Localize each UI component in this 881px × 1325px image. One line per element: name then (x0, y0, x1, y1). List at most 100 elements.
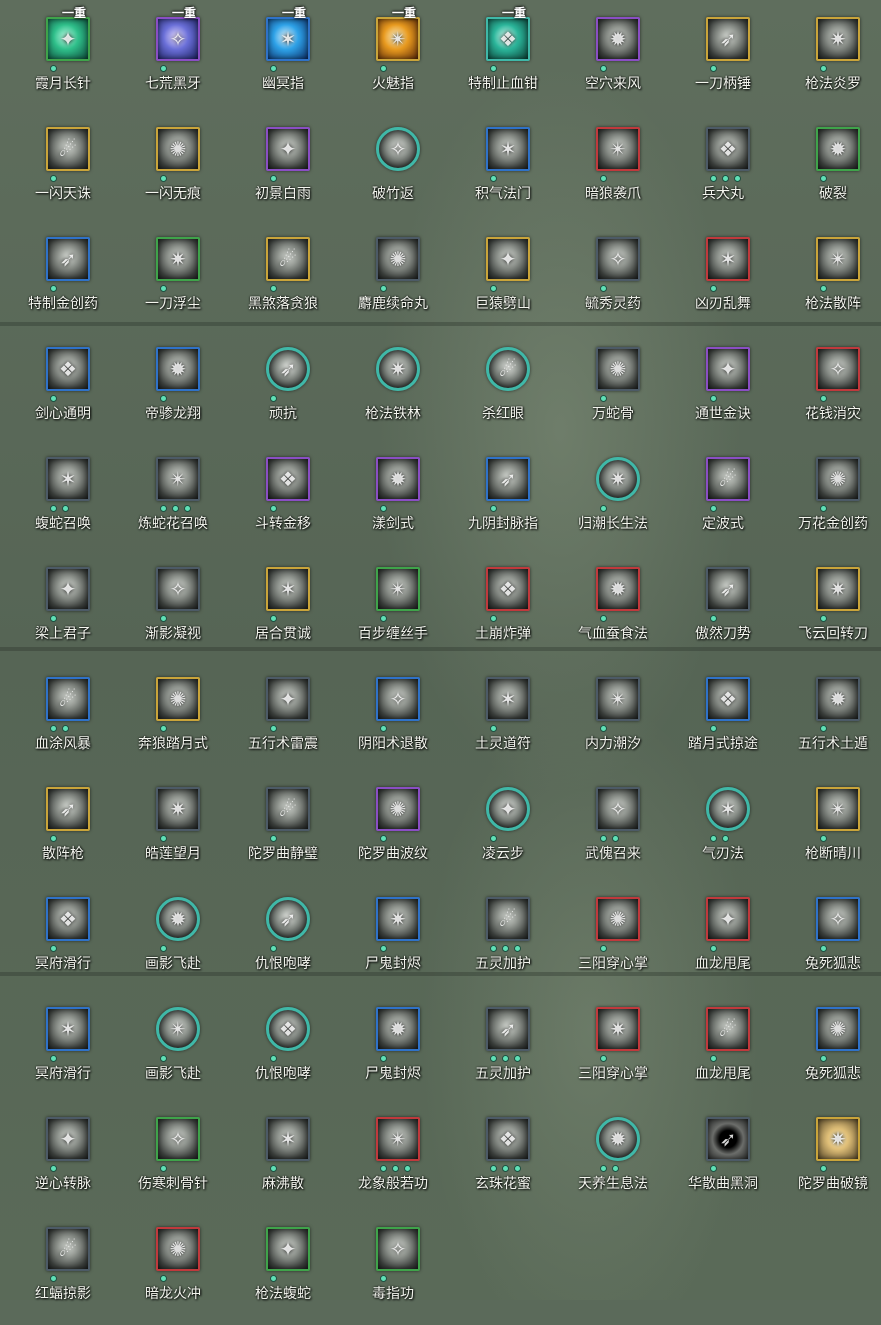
skill-icon[interactable]: ✺ (816, 1007, 860, 1051)
skill-slot[interactable]: ✹ 破裂 (778, 115, 881, 225)
skill-icon[interactable]: ✹ (596, 1117, 640, 1161)
skill-icon[interactable]: ✦ (266, 677, 310, 721)
skill-icon[interactable]: ☄ (46, 1227, 90, 1271)
skill-slot[interactable]: ✴ 枪断晴川 (778, 775, 881, 885)
skill-icon[interactable]: ✦ (266, 127, 310, 171)
skill-slot[interactable]: ✺ 万花金创药 (778, 445, 881, 555)
skill-slot[interactable]: ✶ 凶刃乱舞 (668, 225, 778, 335)
skill-icon[interactable]: ✺ (156, 677, 200, 721)
skill-icon[interactable]: ✷ (156, 237, 200, 281)
skill-slot[interactable]: ✷ 皓莲望月 (118, 775, 228, 885)
skill-icon[interactable]: ➶ (46, 237, 90, 281)
skill-icon[interactable]: ❖ (266, 457, 310, 501)
skill-slot[interactable]: ✷ 尸鬼封烬 (338, 885, 448, 995)
skill-icon[interactable]: ✴ (816, 787, 860, 831)
skill-slot[interactable]: ✷ 归潮长生法 (558, 445, 668, 555)
skill-icon[interactable]: ✷ (376, 347, 420, 391)
skill-icon[interactable]: ✦ (46, 567, 90, 611)
skill-icon[interactable]: ✺ (596, 347, 640, 391)
skill-slot[interactable]: ✧ 武傀召来 (558, 775, 668, 885)
skill-icon[interactable]: ✶ (266, 567, 310, 611)
skill-icon[interactable]: ✹ (596, 567, 640, 611)
skill-slot[interactable]: ✶ 蝮蛇召唤 (8, 445, 118, 555)
skill-slot[interactable]: ➶ 九阴封脉指 (448, 445, 558, 555)
skill-icon[interactable]: ✦ (486, 787, 530, 831)
skill-slot[interactable]: ✹ 漾剑式 (338, 445, 448, 555)
skill-slot[interactable]: ✧ 破竹返 (338, 115, 448, 225)
skill-icon[interactable]: ✴ (816, 237, 860, 281)
skill-slot[interactable]: ✺ 万蛇骨 (558, 335, 668, 445)
skill-icon[interactable]: ➶ (266, 347, 310, 391)
skill-icon[interactable]: ❖ (46, 897, 90, 941)
skill-icon[interactable]: ✹ (156, 347, 200, 391)
skill-icon[interactable]: ✶ (486, 677, 530, 721)
skill-slot[interactable]: ✧ 一重 七荒黑牙 (118, 5, 228, 115)
skill-icon[interactable]: ✧ (816, 897, 860, 941)
skill-icon[interactable]: ✹ (376, 457, 420, 501)
skill-slot[interactable]: ✹ 空穴来风 (558, 5, 668, 115)
skill-slot[interactable]: ✧ 兔死狐悲 (778, 885, 881, 995)
skill-slot[interactable]: ✴ 画影飞赴 (118, 995, 228, 1105)
skill-icon[interactable]: ✶ (266, 17, 310, 61)
skill-slot[interactable]: ✹ 天养生息法 (558, 1105, 668, 1215)
skill-icon[interactable]: ✺ (156, 127, 200, 171)
skill-slot[interactable]: ✺ 奔狼踏月式 (118, 665, 228, 775)
skill-slot[interactable]: ☄ 血龙甩尾 (668, 995, 778, 1105)
skill-slot[interactable]: ✺ 一闪无痕 (118, 115, 228, 225)
skill-slot[interactable]: ❖ 踏月式掠途 (668, 665, 778, 775)
skill-slot[interactable]: ✶ 一重 幽冥指 (228, 5, 338, 115)
skill-icon[interactable]: ✦ (46, 1117, 90, 1161)
skill-icon[interactable]: ✷ (816, 1117, 860, 1161)
skill-icon[interactable]: ✧ (376, 677, 420, 721)
skill-slot[interactable]: ✷ 三阳穿心掌 (558, 995, 668, 1105)
skill-icon[interactable]: ✴ (156, 1007, 200, 1051)
skill-slot[interactable]: ✷ 飞云回转刀 (778, 555, 881, 665)
skill-icon[interactable]: ✧ (156, 1117, 200, 1161)
skill-slot[interactable]: ✺ 兔死狐悲 (778, 995, 881, 1105)
skill-icon[interactable]: ✦ (46, 17, 90, 61)
skill-slot[interactable]: ❖ 一重 特制止血钳 (448, 5, 558, 115)
skill-icon[interactable]: ✷ (816, 567, 860, 611)
skill-icon[interactable]: ✴ (376, 1117, 420, 1161)
skill-slot[interactable]: ✦ 梁上君子 (8, 555, 118, 665)
skill-icon[interactable]: ☄ (46, 127, 90, 171)
skill-icon[interactable]: ✷ (596, 1007, 640, 1051)
skill-icon[interactable]: ✧ (816, 347, 860, 391)
skill-icon[interactable]: ❖ (266, 1007, 310, 1051)
skill-icon[interactable]: ✦ (706, 897, 750, 941)
skill-slot[interactable]: ✧ 毓秀灵药 (558, 225, 668, 335)
skill-slot[interactable]: ✧ 毒指功 (338, 1215, 448, 1325)
skill-icon[interactable]: ✹ (376, 1007, 420, 1051)
skill-slot[interactable]: ✴ 一重 火魅指 (338, 5, 448, 115)
skill-slot[interactable]: ✧ 渐影凝视 (118, 555, 228, 665)
skill-icon[interactable]: ✴ (596, 127, 640, 171)
skill-icon[interactable]: ✷ (156, 787, 200, 831)
skill-slot[interactable]: ✦ 凌云步 (448, 775, 558, 885)
skill-slot[interactable]: ❖ 兵犬丸 (668, 115, 778, 225)
skill-slot[interactable]: ✹ 气血蚕食法 (558, 555, 668, 665)
skill-icon[interactable]: ☄ (706, 457, 750, 501)
skill-icon[interactable]: ✶ (46, 457, 90, 501)
skill-icon[interactable]: ✹ (816, 127, 860, 171)
skill-icon[interactable]: ✦ (486, 237, 530, 281)
skill-slot[interactable]: ✶ 积气法门 (448, 115, 558, 225)
skill-icon[interactable]: ✶ (706, 237, 750, 281)
skill-icon[interactable]: ✧ (376, 127, 420, 171)
skill-slot[interactable]: ➶ 傲然刀势 (668, 555, 778, 665)
skill-slot[interactable]: ✴ 百步缠丝手 (338, 555, 448, 665)
skill-icon[interactable]: ✺ (376, 237, 420, 281)
skill-icon[interactable]: ✶ (706, 787, 750, 831)
skill-icon[interactable]: ✺ (816, 457, 860, 501)
skill-slot[interactable]: ✴ 炼蛇花召唤 (118, 445, 228, 555)
skill-slot[interactable]: ✹ 五行术土遁 (778, 665, 881, 775)
skill-icon[interactable]: ✶ (266, 1117, 310, 1161)
skill-icon[interactable]: ☄ (486, 347, 530, 391)
skill-slot[interactable]: ☄ 黑煞落贪狼 (228, 225, 338, 335)
skill-slot[interactable]: ➶ 华散曲黑洞 (668, 1105, 778, 1215)
skill-icon[interactable]: ✶ (46, 1007, 90, 1051)
skill-icon[interactable]: ❖ (486, 567, 530, 611)
skill-slot[interactable]: ➶ 顽抗 (228, 335, 338, 445)
skill-slot[interactable]: ❖ 土崩炸弹 (448, 555, 558, 665)
skill-slot[interactable]: ✹ 帝骖龙翔 (118, 335, 228, 445)
skill-slot[interactable]: ☄ 一闪天诛 (8, 115, 118, 225)
